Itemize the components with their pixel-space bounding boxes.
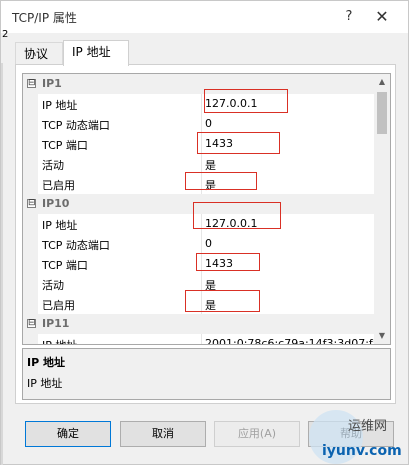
group-name: IP1 <box>42 77 62 90</box>
property-name: TCP 动态端口 <box>42 239 110 252</box>
group-header-ip11[interactable]: ⊟ IP11 <box>23 314 375 334</box>
property-name: 活动 <box>42 279 64 292</box>
property-name: IP 地址 <box>42 219 78 232</box>
watermark-text: 运维网 <box>348 419 388 434</box>
watermark-domain: iyunv.com <box>322 443 402 459</box>
background-edge-text: 2 <box>2 29 9 40</box>
property-name: IP 地址 <box>42 99 78 112</box>
property-row[interactable]: 活动 是 <box>23 274 375 294</box>
property-value[interactable]: 127.0.0.1 <box>205 97 257 110</box>
help-icon[interactable]: ? <box>338 6 360 28</box>
property-name: TCP 端口 <box>42 259 88 272</box>
property-value[interactable]: 1433 <box>205 137 233 150</box>
collapse-icon[interactable]: ⊟ <box>27 79 36 88</box>
row-gutter <box>23 294 38 314</box>
cancel-button[interactable]: 取消 <box>120 421 206 447</box>
group-name: IP11 <box>42 317 70 330</box>
description-text: IP 地址 <box>27 377 63 390</box>
watermark-logo: 运维网 iyunv.com <box>308 409 408 465</box>
tab-panel: ⊟ IP1 IP 地址 127.0.0.1 TCP 动态端口 0 TCP 端口 … <box>15 64 396 404</box>
row-gutter <box>23 154 38 174</box>
row-gutter <box>23 334 38 344</box>
title-bar: TCP/IP 属性 ? ✕ <box>1 1 408 33</box>
row-gutter <box>23 234 38 254</box>
property-grid[interactable]: ⊟ IP1 IP 地址 127.0.0.1 TCP 动态端口 0 TCP 端口 … <box>22 73 391 345</box>
property-row[interactable]: TCP 端口 1433 <box>23 254 375 274</box>
tab-ip-addresses[interactable]: IP 地址 <box>63 40 129 66</box>
property-name: 活动 <box>42 159 64 172</box>
close-icon[interactable]: ✕ <box>371 6 393 28</box>
row-gutter <box>23 254 38 274</box>
scroll-down-icon[interactable]: ▼ <box>374 328 390 344</box>
tab-protocol[interactable]: 协议 <box>15 42 63 65</box>
property-value[interactable]: 是 <box>205 277 216 293</box>
row-gutter <box>23 274 38 294</box>
group-name: IP10 <box>42 197 70 210</box>
description-pane: IP 地址 IP 地址 <box>22 348 391 400</box>
property-value[interactable]: 是 <box>205 297 216 313</box>
apply-button[interactable]: 应用(A) <box>214 421 300 447</box>
property-value[interactable]: 127.0.0.1 <box>205 217 257 230</box>
property-value[interactable]: 是 <box>205 177 216 193</box>
row-gutter <box>23 94 38 114</box>
property-value[interactable]: 0 <box>205 117 212 130</box>
property-row[interactable]: TCP 端口 1433 <box>23 134 375 154</box>
description-title: IP 地址 <box>27 356 65 369</box>
ok-button[interactable]: 确定 <box>25 421 111 447</box>
row-gutter <box>23 114 38 134</box>
property-row[interactable]: 活动 是 <box>23 154 375 174</box>
background-edge <box>1 63 3 465</box>
row-gutter <box>23 134 38 154</box>
property-row[interactable]: TCP 动态端口 0 <box>23 114 375 134</box>
property-value[interactable]: 0 <box>205 237 212 250</box>
property-value[interactable]: 是 <box>205 157 216 173</box>
property-value[interactable]: 1433 <box>205 257 233 270</box>
property-name: 已启用 <box>42 179 75 192</box>
scroll-up-icon[interactable]: ▲ <box>374 74 390 90</box>
scroll-thumb[interactable] <box>377 92 387 134</box>
property-name: 已启用 <box>42 299 75 312</box>
property-row[interactable]: IP 地址 2001:0:78c6:c79a:14f3:3d07:f5f0 <box>23 334 390 344</box>
property-row[interactable]: IP 地址 127.0.0.1 <box>23 94 375 114</box>
vertical-scrollbar[interactable]: ▲ ▼ <box>374 74 390 344</box>
property-name: TCP 端口 <box>42 139 88 152</box>
property-row[interactable]: IP 地址 127.0.0.1 <box>23 214 375 234</box>
property-value[interactable]: 2001:0:78c6:c79a:14f3:3d07:f5f0 <box>205 337 390 344</box>
property-row[interactable]: 已启用 是 <box>23 294 375 314</box>
tcpip-properties-dialog: TCP/IP 属性 ? ✕ 2 协议 IP 地址 ⊟ IP1 IP 地址 127… <box>0 0 409 465</box>
property-row[interactable]: TCP 动态端口 0 <box>23 234 375 254</box>
collapse-icon[interactable]: ⊟ <box>27 199 36 208</box>
property-rows: ⊟ IP1 IP 地址 127.0.0.1 TCP 动态端口 0 TCP 端口 … <box>23 74 390 344</box>
property-name: TCP 动态端口 <box>42 119 110 132</box>
row-gutter <box>23 174 38 194</box>
collapse-icon[interactable]: ⊟ <box>27 319 36 328</box>
property-row[interactable]: 已启用 是 <box>23 174 375 194</box>
group-header-ip1[interactable]: ⊟ IP1 <box>23 74 375 94</box>
property-name: IP 地址 <box>42 337 77 344</box>
window-title: TCP/IP 属性 <box>12 11 77 25</box>
group-header-ip10[interactable]: ⊟ IP10 <box>23 194 375 214</box>
row-gutter <box>23 214 38 234</box>
